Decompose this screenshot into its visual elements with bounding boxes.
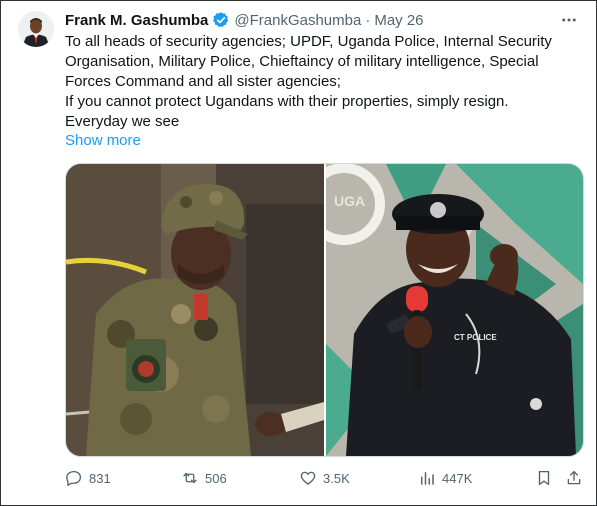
- repost-icon: [183, 472, 197, 484]
- tweet-text-line: Forces Command and all sister agencies;: [65, 73, 341, 90]
- tweet-header: Frank M. Gashumba @FrankGashumba · May 2…: [65, 10, 580, 30]
- author-handle[interactable]: @FrankGashumba: [234, 12, 361, 29]
- views-button[interactable]: 447K: [418, 468, 472, 488]
- author-name[interactable]: Frank M. Gashumba: [65, 12, 208, 29]
- views-count: 447K: [442, 470, 473, 486]
- tweet-text: To all heads of security agencies; UPDF,…: [65, 32, 585, 132]
- tweet-date[interactable]: May 26: [374, 12, 423, 29]
- avatar-image: [18, 11, 54, 47]
- share-icon: [567, 470, 581, 485]
- separator-dot: ·: [365, 11, 371, 29]
- banner-text: UGA: [334, 193, 365, 209]
- repost-count: 506: [205, 470, 227, 486]
- verified-badge-icon: [212, 11, 230, 29]
- photo-police-officer[interactable]: UGA CT POLICE: [326, 164, 583, 456]
- like-button[interactable]: 3.5K: [299, 468, 350, 488]
- reply-count: 831: [89, 470, 111, 486]
- tweet-media: UGA CT POLICE: [65, 163, 584, 457]
- like-count: 3.5K: [323, 470, 350, 486]
- share-button[interactable]: [565, 468, 589, 488]
- avatar[interactable]: [18, 11, 54, 47]
- tweet-card[interactable]: Frank M. Gashumba @FrankGashumba · May 2…: [0, 0, 597, 506]
- like-icon: [300, 471, 316, 485]
- more-icon[interactable]: [558, 9, 580, 31]
- repost-button[interactable]: 506: [181, 468, 227, 488]
- action-bar: 831 506 3.5K 447K: [65, 468, 585, 488]
- badge-text: CT POLICE: [454, 333, 497, 342]
- tweet-text-line: Everyday we see: [65, 113, 180, 130]
- tweet-text-line: To all heads of security agencies; UPDF,…: [65, 33, 552, 50]
- reply-icon: [66, 470, 82, 487]
- reply-button[interactable]: 831: [65, 468, 111, 488]
- bookmark-button[interactable]: [535, 468, 559, 488]
- bookmark-icon: [538, 470, 550, 486]
- show-more-link[interactable]: Show more: [65, 132, 141, 149]
- tweet-text-line: Organisation, Military Police, Chieftain…: [65, 53, 539, 70]
- tweet-text-line: If you cannot protect Ugandans with thei…: [65, 93, 509, 110]
- views-icon: [421, 472, 434, 485]
- photo-soldier[interactable]: [66, 164, 324, 456]
